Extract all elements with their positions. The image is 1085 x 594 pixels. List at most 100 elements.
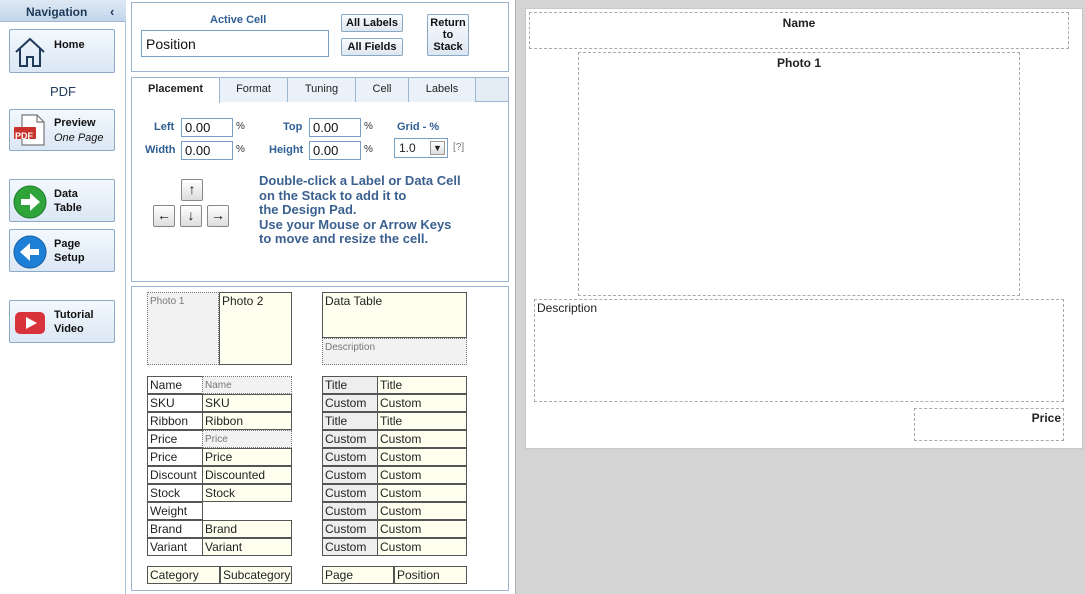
stack-photo1[interactable]: Photo 1 [147, 292, 219, 365]
all-labels-button[interactable]: All Labels [341, 14, 403, 32]
tab-format[interactable]: Format [220, 78, 288, 102]
data-table-label-2: Table [54, 202, 82, 214]
stack-right-label-cell[interactable]: Custom [322, 502, 378, 520]
stack-description[interactable]: Description [322, 338, 467, 365]
navigation-title: Navigation [0, 0, 126, 22]
stack-right-label-cell[interactable]: Title [322, 376, 378, 394]
pad-name-cell[interactable]: Name [529, 12, 1069, 49]
stack-left-label-cell[interactable]: Weight [147, 502, 203, 520]
stack-right-field-cell[interactable]: Custom [377, 394, 467, 412]
width-input[interactable]: 0.00 [181, 141, 233, 160]
stack-category[interactable]: Category [147, 566, 220, 584]
active-cell-input[interactable]: Position [141, 30, 329, 57]
stack-right-field-cell[interactable]: Custom [377, 466, 467, 484]
stack-left-field-cell[interactable]: Name [202, 376, 292, 394]
stack-left-field-cell[interactable]: Stock [202, 484, 292, 502]
stack-right-label-cell[interactable]: Custom [322, 448, 378, 466]
stack-right-label-cell[interactable]: Custom [322, 430, 378, 448]
stack-page[interactable]: Page [322, 566, 394, 584]
height-input[interactable]: 0.00 [309, 141, 361, 160]
pad-description-cell[interactable]: Description [534, 299, 1064, 402]
grid-select[interactable]: 1.0 ▼ [394, 138, 448, 158]
move-down-button[interactable]: ↓ [180, 205, 202, 227]
stack-left-field-cell[interactable]: Discounted [202, 466, 292, 484]
pad-price-cell[interactable]: Price [914, 408, 1064, 441]
active-cell-panel: Active Cell Position All Labels All Fiel… [131, 2, 509, 72]
stack-right-label-cell[interactable]: Custom [322, 466, 378, 484]
top-input[interactable]: 0.00 [309, 118, 361, 137]
tab-cell[interactable]: Cell [356, 78, 409, 102]
grid-help-link[interactable]: [?] [453, 142, 464, 153]
stack-left-field-cell[interactable]: Brand [202, 520, 292, 538]
stack-left-label-cell[interactable]: Price [147, 430, 203, 448]
home-button[interactable]: Home [9, 29, 115, 73]
stack-right-field-cell[interactable]: Custom [377, 538, 467, 556]
left-input[interactable]: 0.00 [181, 118, 233, 137]
stack-left-label-cell[interactable]: Discount [147, 466, 203, 484]
left-label: Left [154, 121, 175, 133]
tab-tuning[interactable]: Tuning [288, 78, 356, 102]
top-pct: % [364, 121, 373, 132]
page-setup-label-1: Page [54, 238, 81, 250]
stack-data-table[interactable]: Data Table [322, 292, 467, 338]
stack-photo2[interactable]: Photo 2 [219, 292, 292, 365]
page-setup-label-2: Setup [54, 252, 85, 264]
tutorial-video-button[interactable]: Tutorial Video [9, 300, 115, 343]
tab-placement[interactable]: Placement [132, 78, 220, 103]
tab-bar: Placement Format Tuning Cell Labels [132, 78, 508, 103]
properties-panel: Placement Format Tuning Cell Labels Left… [131, 77, 509, 282]
width-pct: % [236, 144, 245, 155]
stack-right-field-cell[interactable]: Custom [377, 448, 467, 466]
return-label-1: Return [430, 17, 466, 29]
stack-left-label-cell[interactable]: SKU [147, 394, 203, 412]
stack-right-field-cell[interactable]: Title [377, 412, 467, 430]
stack-subcategory[interactable]: Subcategory [220, 566, 292, 584]
stack-left-field-cell[interactable]: Price [202, 430, 292, 448]
stack-left-field-cell[interactable]: SKU [202, 394, 292, 412]
data-table-button[interactable]: Data Table [9, 179, 115, 222]
navigation-panel: Navigation ‹ Home PDF PDF Preview One Pa… [0, 0, 126, 594]
stack-position[interactable]: Position [394, 566, 467, 584]
preview-sublabel: One Page [54, 132, 104, 144]
preview-label: Preview [54, 117, 96, 129]
stack-left-field-cell[interactable]: Variant [202, 538, 292, 556]
stack-left-field-cell[interactable]: Price [202, 448, 292, 466]
return-to-stack-button[interactable]: Return to Stack [427, 14, 469, 56]
pad-photo1-cell[interactable]: Photo 1 [578, 52, 1020, 296]
move-up-button[interactable]: ↑ [181, 179, 203, 201]
stack-left-label-cell[interactable]: Stock [147, 484, 203, 502]
height-label: Height [269, 144, 304, 156]
stack-right-field-cell[interactable]: Custom [377, 520, 467, 538]
collapse-nav-icon[interactable]: ‹ [110, 4, 114, 19]
preview-button[interactable]: PDF Preview One Page [9, 109, 115, 151]
page-setup-button[interactable]: Page Setup [9, 229, 115, 272]
placement-help-text: Double-click a Label or Data Cell on the… [259, 173, 479, 247]
stack-right-field-cell[interactable]: Custom [377, 502, 467, 520]
stack-left-field-cell[interactable] [202, 502, 292, 520]
height-pct: % [364, 144, 373, 155]
pdf-heading: PDF [50, 84, 76, 99]
play-video-icon [15, 312, 45, 334]
stack-left-label-cell[interactable]: Brand [147, 520, 203, 538]
move-left-button[interactable]: ← [153, 205, 175, 227]
stack-left-label-cell[interactable]: Price [147, 448, 203, 466]
all-fields-button[interactable]: All Fields [341, 38, 403, 56]
stack-left-label-cell[interactable]: Ribbon [147, 412, 203, 430]
stack-right-label-cell[interactable]: Custom [322, 538, 378, 556]
arrow-right-circle-icon [13, 185, 47, 219]
chevron-down-icon: ▼ [430, 141, 445, 155]
stack-right-field-cell[interactable]: Custom [377, 484, 467, 502]
grid-label: Grid - % [397, 121, 440, 133]
tab-labels[interactable]: Labels [409, 78, 476, 102]
stack-left-label-cell[interactable]: Variant [147, 538, 203, 556]
stack-right-label-cell[interactable]: Custom [322, 484, 378, 502]
stack-left-label-cell[interactable]: Name [147, 376, 203, 394]
move-right-button[interactable]: → [207, 205, 229, 227]
stack-right-label-cell[interactable]: Custom [322, 394, 378, 412]
stack-right-label-cell[interactable]: Custom [322, 520, 378, 538]
home-label: Home [54, 39, 85, 51]
stack-left-field-cell[interactable]: Ribbon [202, 412, 292, 430]
stack-right-field-cell[interactable]: Custom [377, 430, 467, 448]
stack-right-field-cell[interactable]: Title [377, 376, 467, 394]
stack-right-label-cell[interactable]: Title [322, 412, 378, 430]
